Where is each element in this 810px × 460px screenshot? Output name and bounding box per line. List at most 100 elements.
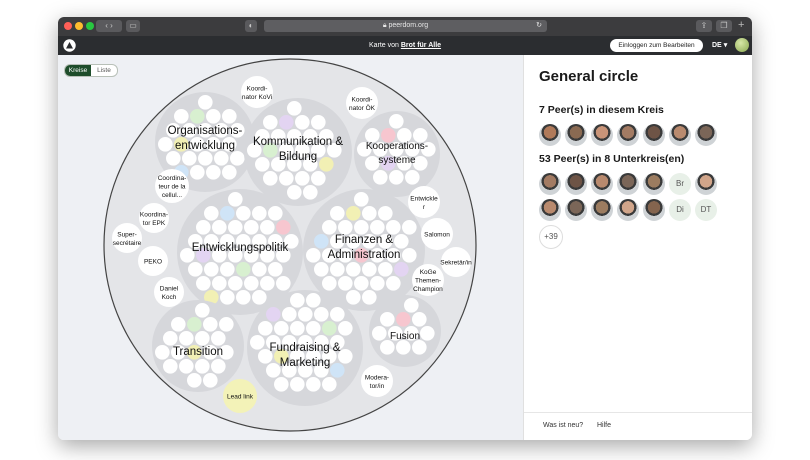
peer-avatar[interactable] — [591, 173, 613, 195]
minimize-window-button[interactable] — [75, 22, 83, 30]
subcircle-komm[interactable]: Kommunikation & Bildung — [244, 98, 352, 206]
role-dot[interactable] — [338, 220, 353, 235]
role-dot[interactable] — [276, 220, 291, 235]
role-dot[interactable] — [255, 157, 270, 172]
more-peers-button[interactable]: +39 — [539, 225, 563, 249]
role-dot[interactable] — [420, 326, 435, 341]
role-dot[interactable] — [252, 290, 267, 305]
sidebar-toggle-icon[interactable]: ▭ — [126, 20, 140, 32]
role-dot[interactable] — [282, 307, 297, 322]
role-dot[interactable] — [236, 206, 251, 221]
role-dot[interactable] — [252, 206, 267, 221]
role-dot[interactable] — [222, 109, 237, 124]
peer-avatar[interactable] — [565, 199, 587, 221]
help-link[interactable]: Hilfe — [597, 422, 611, 429]
role-dot[interactable] — [303, 185, 318, 200]
role-dot[interactable] — [354, 192, 369, 207]
role-dot[interactable] — [222, 165, 237, 180]
role-dot[interactable] — [306, 248, 321, 263]
role-dot[interactable] — [311, 171, 326, 186]
role-dot[interactable] — [244, 220, 259, 235]
role-dot[interactable] — [230, 151, 245, 166]
peer-avatar[interactable] — [695, 173, 717, 195]
role-dot[interactable] — [206, 109, 221, 124]
role-dot[interactable] — [279, 171, 294, 186]
role-bubble[interactable]: Salomon — [421, 218, 453, 250]
role-dot[interactable] — [187, 317, 202, 332]
role-dot[interactable] — [405, 170, 420, 185]
role-dot[interactable] — [228, 192, 243, 207]
role-dot[interactable] — [402, 220, 417, 235]
role-dot[interactable] — [290, 377, 305, 392]
role-dot[interactable] — [244, 276, 259, 291]
role-dot[interactable] — [378, 262, 393, 277]
role-bubble[interactable]: KoGe Themen-Champion — [412, 264, 444, 296]
role-dot[interactable] — [412, 340, 427, 355]
role-bubble[interactable]: Lead link — [223, 379, 257, 413]
role-dot[interactable] — [322, 220, 337, 235]
role-dot[interactable] — [394, 234, 409, 249]
peer-avatar[interactable] — [591, 199, 613, 221]
role-dot[interactable] — [171, 317, 186, 332]
role-dot[interactable] — [322, 377, 337, 392]
role-dot[interactable] — [386, 276, 401, 291]
peer-avatar[interactable] — [617, 199, 639, 221]
role-dot[interactable] — [204, 262, 219, 277]
role-dot[interactable] — [268, 262, 283, 277]
role-dot[interactable] — [362, 290, 377, 305]
role-dot[interactable] — [354, 276, 369, 291]
role-dot[interactable] — [338, 276, 353, 291]
role-dot[interactable] — [179, 331, 194, 346]
role-dot[interactable] — [370, 276, 385, 291]
role-dot[interactable] — [166, 151, 181, 166]
peer-avatar[interactable] — [539, 199, 561, 221]
role-bubble[interactable]: Koordina-tor EPK — [139, 203, 169, 233]
role-dot[interactable] — [306, 293, 321, 308]
role-bubble[interactable]: PEKO — [138, 246, 168, 276]
role-dot[interactable] — [412, 312, 427, 327]
role-dot[interactable] — [204, 206, 219, 221]
role-dot[interactable] — [330, 363, 345, 378]
role-bubble[interactable]: Moderа-tor/in — [361, 365, 393, 397]
role-dot[interactable] — [228, 276, 243, 291]
role-dot[interactable] — [298, 307, 313, 322]
role-dot[interactable] — [290, 321, 305, 336]
role-dot[interactable] — [290, 293, 305, 308]
circle-map[interactable]: Organisations-entwicklung Kommunikation &… — [58, 55, 523, 440]
role-dot[interactable] — [354, 220, 369, 235]
role-dot[interactable] — [195, 303, 210, 318]
role-dot[interactable] — [370, 220, 385, 235]
role-dot[interactable] — [206, 165, 221, 180]
role-dot[interactable] — [182, 151, 197, 166]
role-dot[interactable] — [372, 326, 387, 341]
peer-avatar[interactable] — [695, 124, 717, 146]
role-dot[interactable] — [380, 312, 395, 327]
role-dot[interactable] — [220, 262, 235, 277]
map-canvas[interactable]: Kreise Liste Organisations-entwicklung Ko… — [58, 55, 523, 440]
role-dot[interactable] — [404, 298, 419, 313]
org-name-link[interactable]: Brot für Alle — [401, 42, 441, 49]
role-dot[interactable] — [263, 115, 278, 130]
peer-initials-avatar[interactable]: Br — [669, 173, 691, 195]
role-bubble[interactable]: Entwickler — [408, 186, 440, 218]
subcircle-koop[interactable]: Kooperations-systeme — [354, 111, 440, 197]
user-avatar[interactable] — [735, 38, 749, 52]
peer-avatar[interactable] — [565, 173, 587, 195]
share-icon[interactable]: ⇪ — [696, 20, 712, 32]
role-dot[interactable] — [322, 321, 337, 336]
role-dot[interactable] — [314, 234, 329, 249]
role-dot[interactable] — [330, 307, 345, 322]
role-dot[interactable] — [198, 151, 213, 166]
url-bar[interactable]: 🔒︎ peerdom.org ↻ — [264, 20, 547, 32]
back-forward-buttons[interactable]: ‹ › — [96, 20, 122, 32]
role-dot[interactable] — [295, 115, 310, 130]
peer-avatar[interactable] — [565, 124, 587, 146]
peer-avatar[interactable] — [539, 173, 561, 195]
role-dot[interactable] — [394, 262, 409, 277]
role-dot[interactable] — [386, 220, 401, 235]
role-dot[interactable] — [219, 317, 234, 332]
role-dot[interactable] — [188, 262, 203, 277]
role-dot[interactable] — [260, 276, 275, 291]
role-dot[interactable] — [268, 206, 283, 221]
role-dot[interactable] — [346, 290, 361, 305]
